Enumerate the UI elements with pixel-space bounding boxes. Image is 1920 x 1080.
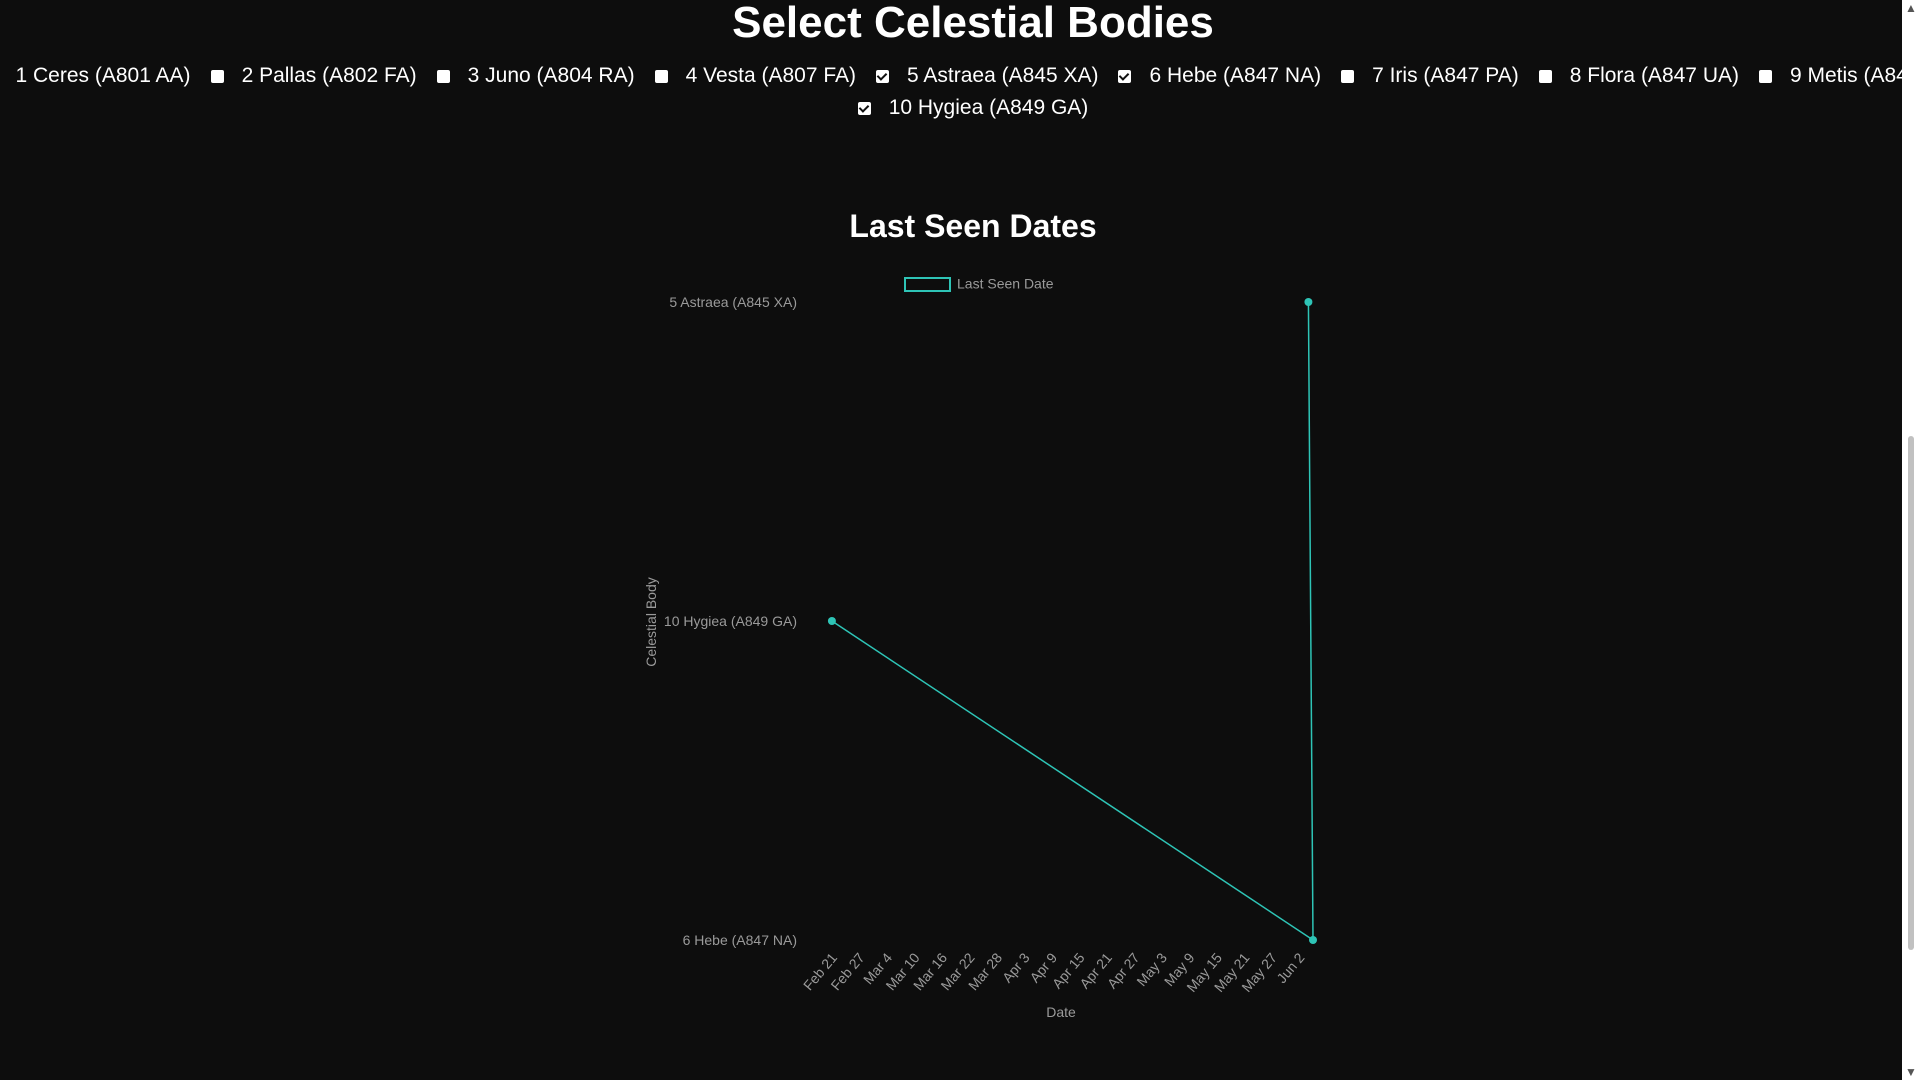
x-axis-title: Date (1046, 1004, 1076, 1020)
data-point[interactable] (1309, 936, 1317, 944)
scroll-thumb[interactable] (1908, 436, 1914, 950)
data-point[interactable] (827, 617, 836, 625)
x-tick-label: Apr 3 (999, 949, 1033, 985)
legend-swatch (904, 277, 951, 292)
y-tick-label: 6 Hebe (A847 NA) (683, 932, 797, 948)
data-point[interactable] (1304, 298, 1313, 306)
main-content: Select Celestial Bodies 1 Ceres (A801 AA… (0, 0, 1920, 1080)
x-axis-ticks: Feb 21Feb 27Mar 4Mar 10Mar 16Mar 22Mar 2… (800, 949, 1308, 995)
app-window: Select Celestial Bodies 1 Ceres (A801 AA… (0, 0, 1920, 1080)
x-tick-label: Jun 2 (1273, 949, 1307, 986)
y-axis-title: Celestial Body (643, 577, 659, 667)
y-axis-ticks: 5 Astraea (A845 XA) 10 Hygiea (A849 GA) 6 … (664, 294, 797, 948)
chart-legend[interactable]: Last Seen Date (904, 276, 1054, 292)
scroll-up-arrow-icon[interactable]: ▲ (1902, 0, 1920, 16)
last-seen-chart: Last Seen Date 5 Astraea (A845 XA) 10 Hyg… (643, 276, 1317, 1020)
y-tick-label: 10 Hygiea (A849 GA) (664, 613, 797, 629)
series-line (831, 301, 1314, 942)
y-tick-label: 5 Astraea (A845 XA) (669, 294, 797, 310)
legend-label: Last Seen Date (957, 276, 1054, 292)
vertical-scrollbar[interactable]: ▲ ▼ (1902, 0, 1920, 1080)
series-layer (827, 298, 1317, 944)
scroll-down-arrow-icon[interactable]: ▼ (1902, 1064, 1920, 1080)
